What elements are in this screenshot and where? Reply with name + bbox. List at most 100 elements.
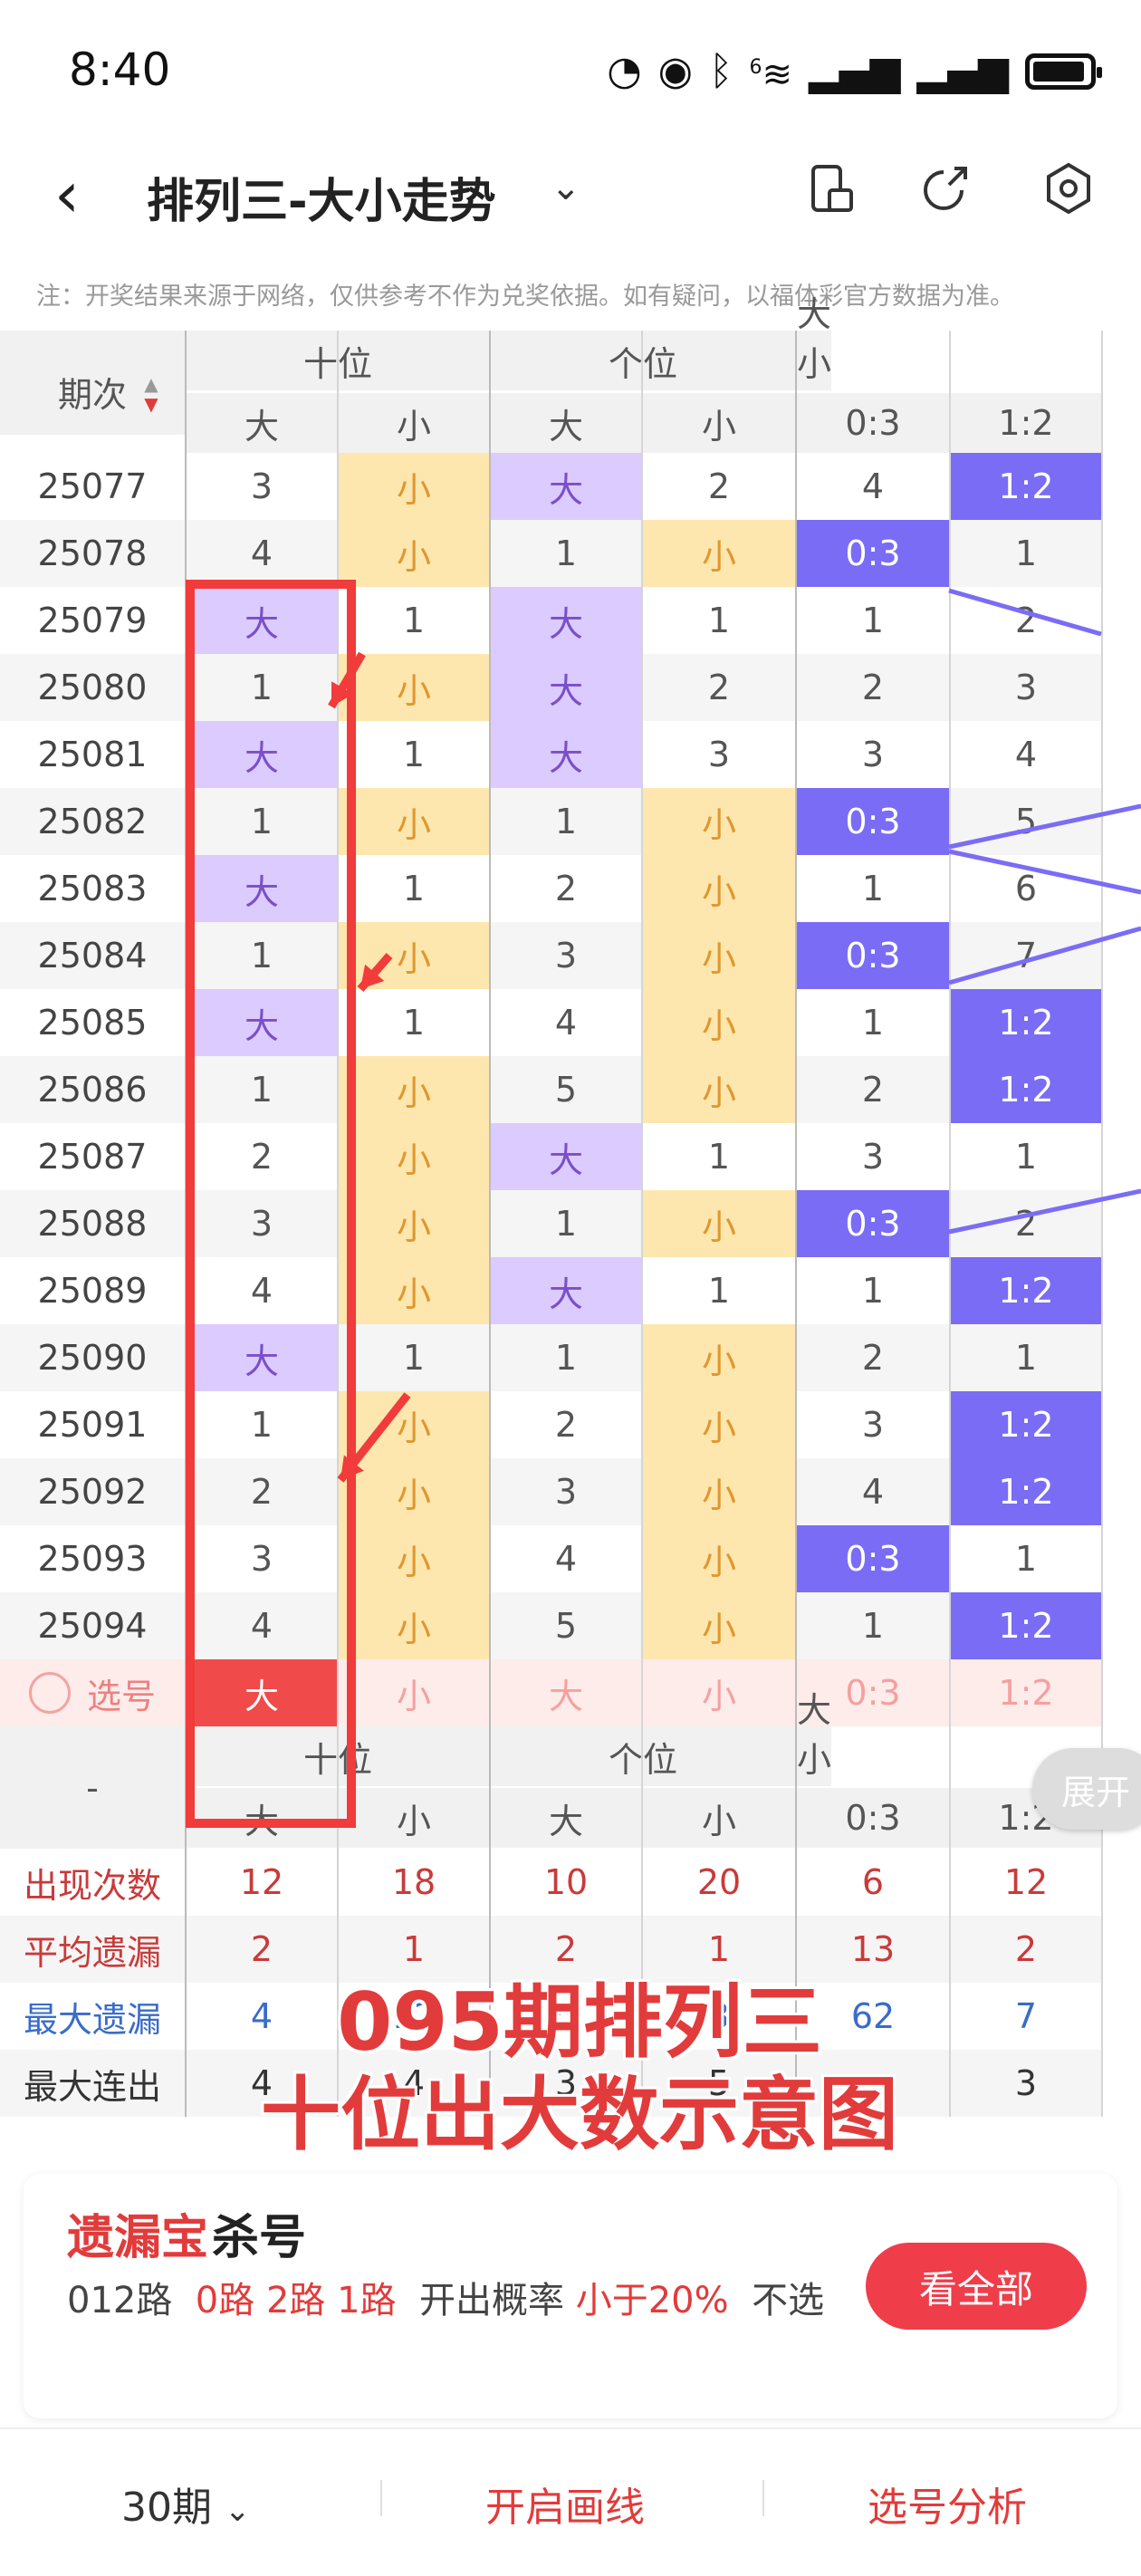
footer-placeholder: -	[0, 1726, 185, 1849]
table-cell: 1	[797, 1257, 949, 1324]
stat-value: 1	[643, 1916, 795, 1983]
page-title[interactable]: 排列三-大小走势	[147, 163, 496, 231]
expand-button[interactable]: 展开	[1032, 1748, 1141, 1830]
footer-sub-header: 大	[491, 1788, 641, 1848]
period-selector[interactable]: 30期 ⌄	[121, 2475, 251, 2533]
stat-value: 12	[951, 1849, 1101, 1916]
table-cell: 2	[951, 587, 1101, 654]
table-row-issue: 25088	[0, 1190, 185, 1257]
select-cell[interactable]: 小	[339, 1659, 489, 1726]
stat-value: 18	[339, 1849, 489, 1916]
table-cell: 1	[951, 1123, 1101, 1190]
table-cell: 1	[491, 520, 641, 587]
footer-group-header: 个位	[491, 1726, 795, 1786]
table-cell: 4	[491, 1525, 641, 1592]
table-cell: 1	[643, 587, 795, 654]
table-cell: 2	[187, 1458, 337, 1525]
stat-value: 2	[491, 1916, 641, 1983]
table-cell: 1	[797, 989, 949, 1056]
status-time: 8:40	[69, 43, 171, 96]
table-cell: 小	[643, 520, 795, 587]
table-cell: 1:2	[951, 989, 1101, 1056]
table-cell: 0:3	[797, 922, 949, 989]
table-cell: 小	[643, 855, 795, 922]
table-cell: 4	[491, 989, 641, 1056]
circle-icon	[28, 1672, 71, 1714]
share-icon[interactable]	[916, 159, 974, 217]
table-cell: 1	[643, 1257, 795, 1324]
table-cell: 1:2	[951, 1056, 1101, 1123]
table-cell: 1	[187, 654, 337, 721]
stat-label: 最大遗漏	[0, 1983, 185, 2050]
settings-icon[interactable]	[1040, 159, 1098, 217]
table-cell: 小	[339, 1257, 489, 1324]
rotate-screen-icon[interactable]	[802, 159, 860, 217]
stat-value: 3	[951, 2050, 1101, 2117]
draw-lines-button[interactable]: 开启画线	[485, 2475, 645, 2533]
table-cell: 2	[797, 1324, 949, 1391]
select-cell[interactable]: 大	[491, 1659, 641, 1726]
status-bar: 8:40 ◔ ◉ ᛒ 6≋ ▂▄▆ ▂▄▆	[0, 0, 1141, 136]
table-cell: 4	[797, 453, 949, 520]
table-cell: 3	[187, 453, 337, 520]
analysis-button[interactable]: 选号分析	[868, 2475, 1027, 2533]
table-cell: 2	[643, 453, 795, 520]
chevron-down-icon[interactable]: ⌄	[551, 167, 581, 208]
grid-line	[949, 331, 951, 2117]
hd-icon: ◔	[607, 47, 642, 94]
table-cell: 小	[643, 788, 795, 855]
table-cell: 7	[951, 922, 1101, 989]
stat-value: 1	[339, 1916, 489, 1983]
table-cell: 1:2	[951, 1592, 1101, 1659]
table-cell: 小	[339, 520, 489, 587]
table-cell: 小	[643, 1190, 795, 1257]
select-cell[interactable]: 大	[187, 1659, 337, 1726]
table-cell: 小	[643, 1592, 795, 1659]
table-row-issue: 25079	[0, 587, 185, 654]
table-cell: 4	[797, 1458, 949, 1525]
stat-value: 20	[643, 1849, 795, 1916]
grid-line	[795, 331, 797, 2117]
footer-sub-header: 小	[339, 1788, 489, 1848]
table-row-issue: 25083	[0, 855, 185, 922]
table-cell: 4	[187, 520, 337, 587]
signal-icon-1: ▂▄▆	[808, 47, 901, 94]
sort-icon[interactable]: ▲ ▼	[138, 367, 165, 421]
table-row-issue: 25094	[0, 1592, 185, 1659]
battery-icon	[1025, 53, 1102, 90]
table-cell: 1	[339, 855, 489, 922]
table-row-issue: 25077	[0, 453, 185, 520]
table-cell: 1	[187, 1056, 337, 1123]
footer-sub-header: 小	[643, 1788, 795, 1848]
app-header: ‹ 排列三-大小走势 ⌄	[0, 136, 1141, 254]
select-cell[interactable]: 1:2	[951, 1659, 1101, 1726]
select-cell[interactable]: 小	[643, 1659, 795, 1726]
table-cell: 小	[339, 1525, 489, 1592]
table-cell: 1	[491, 1190, 641, 1257]
overlay-line-2: 十位出大数示意图	[260, 2068, 898, 2161]
back-icon[interactable]: ‹	[54, 163, 80, 226]
table-row-issue: 25091	[0, 1391, 185, 1458]
table-row-issue: 25085	[0, 989, 185, 1056]
desc-prefix: 012路	[67, 2280, 173, 2321]
bluetooth-icon: ᛒ	[709, 47, 734, 94]
view-all-button[interactable]: 看全部	[866, 2243, 1087, 2330]
table-cell: 小	[643, 1324, 795, 1391]
sub-header: 0:3	[797, 393, 949, 453]
overlay-line-1: 095期排列三	[337, 1975, 822, 2069]
table-cell: 6	[951, 855, 1101, 922]
sub-header: 小	[643, 393, 795, 453]
table-cell: 2	[797, 1056, 949, 1123]
table-cell: 1:2	[951, 453, 1101, 520]
table-cell: 3	[187, 1525, 337, 1592]
table-cell: 大	[187, 587, 337, 654]
sub-header: 大	[491, 393, 641, 453]
sub-header: 大	[187, 393, 337, 453]
table-cell: 大	[491, 721, 641, 788]
stat-value: 2	[187, 1916, 337, 1983]
footer-sub-header: 0:3	[797, 1788, 949, 1848]
group-header: 个位	[491, 331, 795, 390]
screen: { "status_bar": {"time": "8:40", "signal…	[0, 0, 1141, 2576]
table-cell: 大	[491, 587, 641, 654]
table-cell: 大	[491, 1257, 641, 1324]
